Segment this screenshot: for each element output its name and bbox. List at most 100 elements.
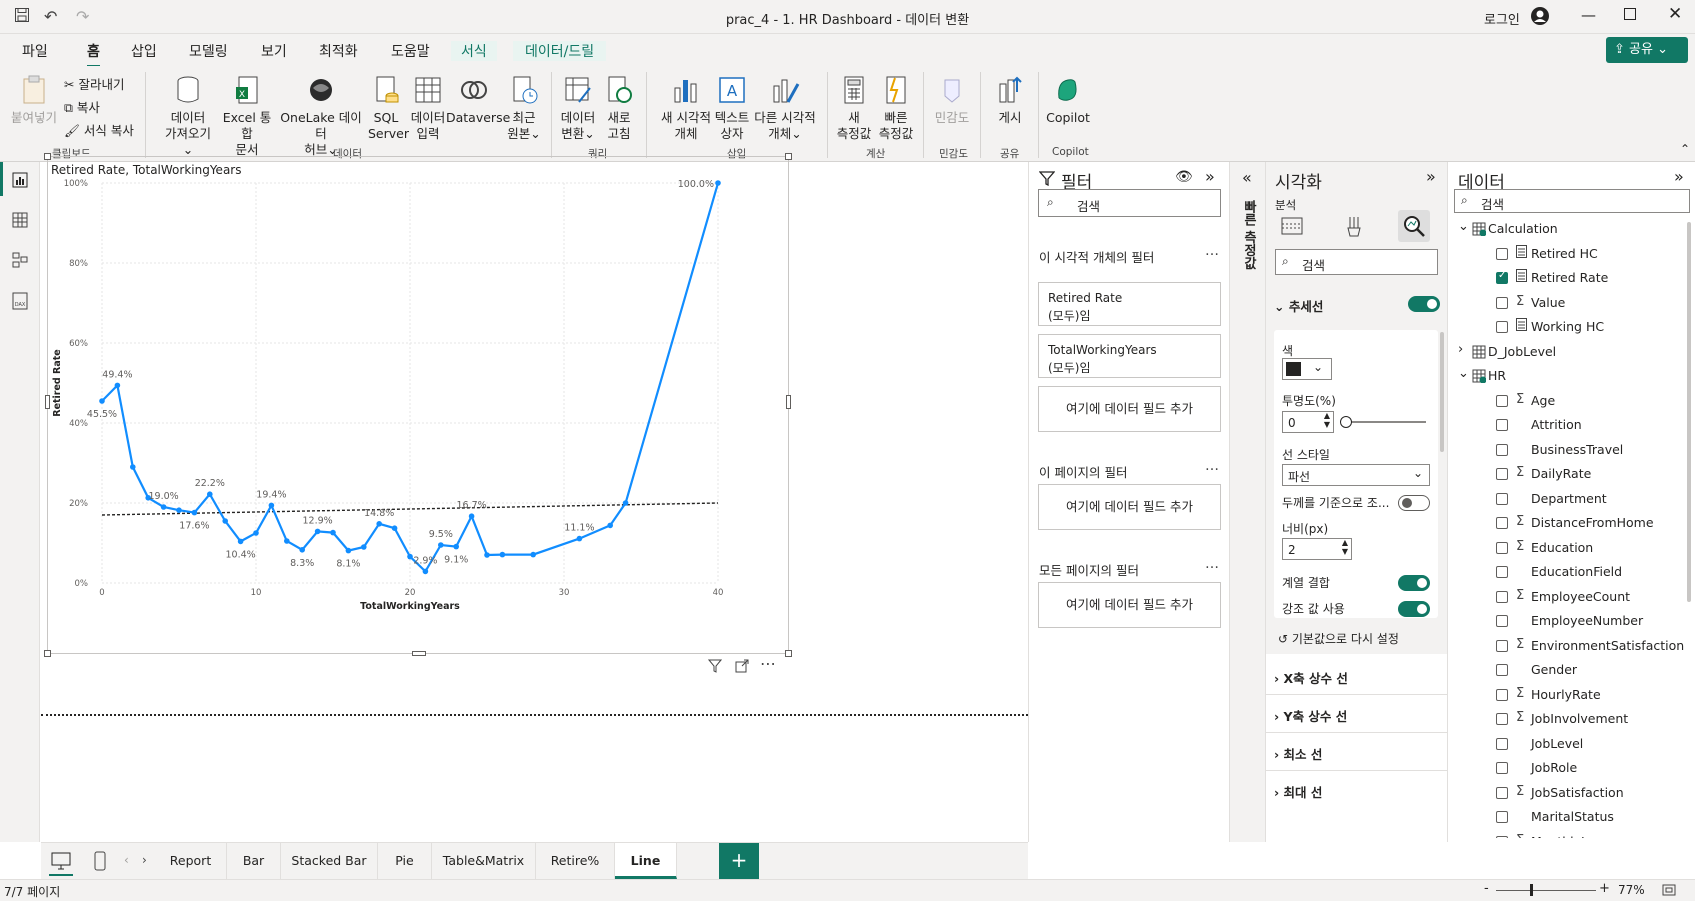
zoom-out-button[interactable]: - (1484, 881, 1489, 896)
textbox-button[interactable]: A 텍스트 상자 (712, 74, 752, 142)
tab-retire-pct[interactable]: Retire% (536, 843, 615, 879)
slider-thumb[interactable] (1340, 416, 1352, 428)
field-checkbox[interactable] (1496, 517, 1508, 529)
report-view-icon[interactable] (12, 172, 28, 191)
field-item[interactable]: Department (1448, 488, 1695, 512)
tab-bar[interactable]: Bar (227, 843, 281, 879)
menu-file[interactable]: 파일 (22, 41, 48, 61)
field-item[interactable]: Σ DistanceFromHome (1448, 512, 1695, 536)
close-icon[interactable]: ✕ (1668, 4, 1682, 24)
field-checkbox[interactable] (1496, 762, 1508, 774)
excel-button[interactable]: X Excel 통합 문서 (219, 74, 275, 158)
sql-server-button[interactable]: SQL Server (368, 74, 409, 142)
menu-insert[interactable]: 삽입 (131, 41, 157, 61)
refresh-button[interactable]: 새로 고침 (602, 74, 636, 142)
use-highlight-toggle[interactable] (1398, 601, 1430, 617)
add-data-field-visual[interactable]: 여기에 데이터 필드 추가 (1038, 386, 1221, 432)
field-checkbox[interactable] (1496, 615, 1508, 627)
field-checkbox[interactable] (1496, 541, 1508, 554)
trendline-toggle[interactable] (1408, 296, 1440, 312)
menu-help[interactable]: 도움말 (391, 41, 430, 61)
filter-card[interactable]: Retired Rate (모두)임 (1038, 282, 1221, 326)
quick-measure-button[interactable]: 빠른 측정값 (876, 74, 916, 142)
menu-view[interactable]: 보기 (261, 41, 287, 61)
add-page-button[interactable]: + (719, 843, 759, 879)
get-data-button[interactable]: 데이터 가져오기⌄ (160, 74, 216, 158)
tab-stacked-bar[interactable]: Stacked Bar (281, 843, 378, 879)
field-item[interactable]: BusinessTravel (1448, 439, 1695, 463)
field-item[interactable]: JobLevel (1448, 733, 1695, 757)
field-checkbox[interactable] (1496, 270, 1508, 284)
menu-home[interactable]: 홈 (87, 41, 100, 68)
tab-pie[interactable]: Pie (378, 843, 432, 879)
zoom-slider[interactable] (1496, 890, 1596, 891)
field-item[interactable]: Σ JobSatisfaction (1448, 782, 1695, 806)
paste-button[interactable]: 붙여넣기 (8, 74, 60, 126)
dataverse-button[interactable]: Dataverse (446, 74, 510, 126)
more-options-icon[interactable]: … (1205, 556, 1219, 572)
copilot-button[interactable]: Copilot (1042, 74, 1094, 126)
minimize-icon[interactable]: — (1581, 6, 1596, 24)
field-checkbox[interactable] (1496, 394, 1508, 407)
field-checkbox[interactable] (1496, 247, 1508, 260)
field-checkbox[interactable] (1496, 443, 1508, 456)
field-item[interactable]: JobRole (1448, 757, 1695, 781)
field-item[interactable]: Σ EmployeeCount (1448, 586, 1695, 610)
dax-query-icon[interactable]: DAX (12, 292, 28, 313)
add-data-field-page[interactable]: 여기에 데이터 필드 추가 (1038, 484, 1221, 530)
field-checkbox[interactable] (1496, 419, 1508, 431)
combine-series-toggle[interactable] (1398, 575, 1430, 591)
expand-icon[interactable]: « (1242, 168, 1252, 187)
chevron-icon[interactable]: ⌄ (1458, 219, 1469, 234)
data-scrollbar[interactable] (1687, 222, 1691, 602)
table-node[interactable]: ⌄ HR (1448, 365, 1695, 389)
resize-handle[interactable] (412, 651, 426, 656)
line-chart-visual[interactable]: Retired Rate, TotalWorkingYears 0% 20% 40%… (44, 153, 792, 657)
new-measure-button[interactable]: 새 측정값 (834, 74, 874, 142)
more-options-icon[interactable]: … (1205, 458, 1219, 474)
collapse-filters-icon[interactable]: » (1205, 167, 1215, 186)
collapse-viz-icon[interactable]: » (1426, 167, 1436, 186)
mobile-layout-icon[interactable] (94, 851, 106, 874)
field-checkbox[interactable] (1496, 713, 1508, 725)
trendline-section[interactable]: ⌄ 추세선 (1274, 296, 1323, 315)
resize-handle[interactable] (785, 650, 792, 657)
field-item[interactable]: EmployeeNumber (1448, 610, 1695, 634)
field-item[interactable]: Σ Age (1448, 390, 1695, 414)
chevron-icon[interactable]: ⌄ (1458, 366, 1469, 381)
x-constant-line-section[interactable]: › X축 상수 선 (1274, 668, 1348, 687)
field-checkbox[interactable] (1496, 737, 1508, 750)
y-constant-line-section[interactable]: › Y축 상수 선 (1274, 706, 1347, 725)
table-node[interactable]: ⌄ Calculation (1448, 218, 1695, 242)
tab-line[interactable]: Line (615, 843, 677, 879)
sensitivity-button[interactable]: 민감도 (930, 74, 974, 126)
data-search-input[interactable]: ⌕ 검색 (1454, 189, 1690, 213)
new-visual-button[interactable]: 새 시각적 개체 (653, 74, 719, 142)
opacity-input[interactable]: 0 ▲ ▼ (1282, 411, 1334, 433)
field-item[interactable]: Working HC (1448, 316, 1695, 340)
tab-table-matrix[interactable]: Table&Matrix (432, 843, 536, 879)
field-checkbox[interactable] (1496, 664, 1508, 676)
table-view-icon[interactable] (12, 212, 28, 231)
field-item[interactable]: Σ Value (1448, 292, 1695, 316)
width-input[interactable]: 2 ▲ ▼ (1282, 538, 1352, 560)
model-view-icon[interactable] (12, 252, 28, 271)
field-checkbox[interactable] (1496, 688, 1508, 701)
share-button[interactable]: ⇪ 공유 ⌄ (1606, 37, 1688, 63)
prev-page-icon[interactable]: ‹ (124, 853, 129, 867)
field-item[interactable]: Σ DailyRate (1448, 463, 1695, 487)
field-checkbox[interactable] (1496, 639, 1508, 652)
field-item[interactable]: Attrition (1448, 414, 1695, 438)
resize-handle[interactable] (785, 153, 792, 160)
field-item[interactable]: Σ HourlyRate (1448, 684, 1695, 708)
field-item[interactable]: Σ Education (1448, 537, 1695, 561)
field-item[interactable]: Σ MonthlyIncome (1448, 831, 1695, 838)
copy-button[interactable]: ⧉ 복사 (64, 97, 100, 116)
more-options-icon[interactable]: … (1205, 243, 1219, 259)
resize-handle[interactable] (44, 650, 51, 657)
max-line-section[interactable]: › 최대 선 (1274, 782, 1322, 801)
field-checkbox[interactable] (1496, 321, 1508, 333)
field-checkbox[interactable] (1496, 835, 1508, 838)
field-checkbox[interactable] (1496, 590, 1508, 603)
field-item[interactable]: Retired Rate (1448, 267, 1695, 291)
